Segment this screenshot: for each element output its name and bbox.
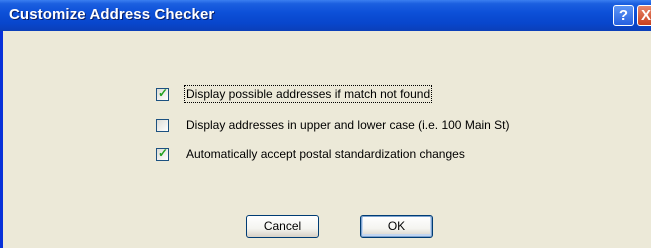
option-label: Display possible addresses if match not … (183, 85, 433, 103)
help-button[interactable]: ? (613, 5, 634, 26)
option-label: Display addresses in upper and lower cas… (186, 118, 510, 132)
ok-button[interactable]: OK (360, 215, 433, 238)
close-icon: X (640, 7, 651, 24)
option-accept-postal-standardization[interactable]: ✓ Automatically accept postal standardiz… (156, 146, 465, 162)
window-title: Customize Address Checker (9, 6, 215, 23)
checkbox-accept-postal-standardization[interactable]: ✓ (156, 145, 169, 161)
help-icon: ? (618, 7, 629, 24)
checkbox-display-possible-addresses[interactable]: ✓ (156, 85, 169, 101)
dialog-window: Customize Address Checker ? X ✓ Display … (0, 0, 651, 248)
checkmark-icon: ✓ (158, 145, 169, 160)
close-button[interactable]: X (637, 5, 651, 26)
checkmark-icon: ✓ (158, 85, 169, 100)
option-display-possible-addresses[interactable]: ✓ Display possible addresses if match no… (156, 85, 433, 103)
dialog-body: ✓ Display possible addresses if match no… (3, 31, 651, 248)
checkbox-upper-lower-case[interactable] (156, 118, 169, 132)
title-bar[interactable]: Customize Address Checker ? X (0, 0, 651, 31)
cancel-button[interactable]: Cancel (246, 215, 319, 238)
option-label: Automatically accept postal standardizat… (186, 147, 465, 161)
option-upper-lower-case[interactable]: Display addresses in upper and lower cas… (156, 117, 510, 133)
